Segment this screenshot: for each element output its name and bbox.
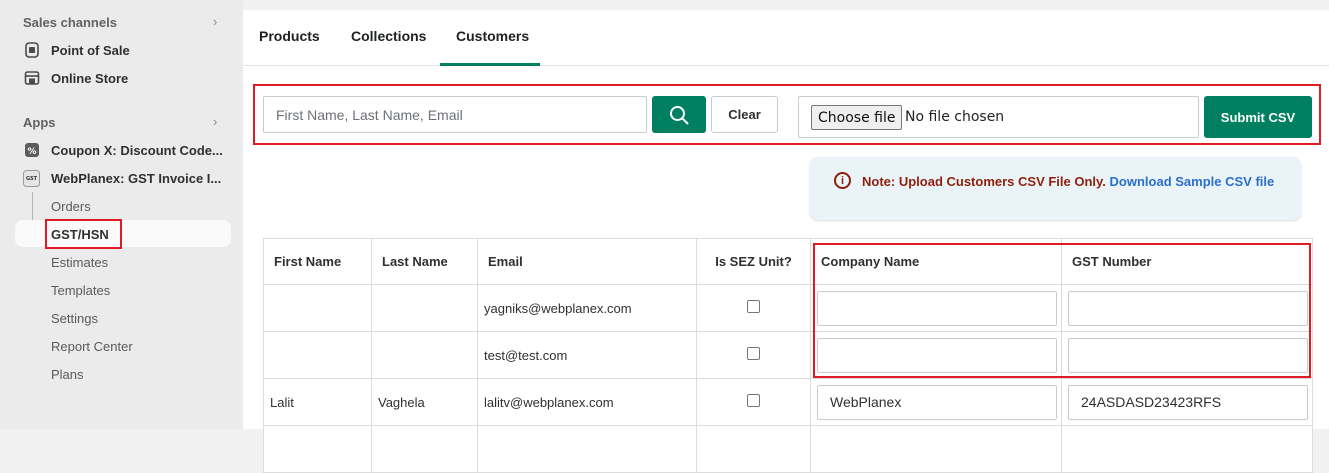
sidebar-subitem-estimates[interactable]: Estimates [51, 255, 108, 270]
gst-icon-text: GST [26, 176, 38, 182]
cell-first-name [263, 331, 372, 379]
note-text: Note: Upload Customers CSV File Only. Do… [862, 172, 1282, 192]
tab-products[interactable]: Products [259, 28, 320, 44]
column-header-sez: Is SEZ Unit? [696, 238, 811, 285]
column-header-last-name: Last Name [371, 238, 478, 285]
cell-first-name: Lalit [263, 378, 372, 426]
tab-collections[interactable]: Collections [351, 28, 426, 44]
chevron-right-icon[interactable]: › [213, 14, 217, 29]
highlight-box-gst-hsn [45, 219, 122, 249]
cell-email: test@test.com [477, 331, 697, 379]
sidebar-item-label: WebPlanex: GST Invoice I... [51, 170, 222, 186]
sidebar: Sales channels › Point of Sale Online St… [0, 0, 243, 429]
gst-number-input[interactable] [1068, 384, 1308, 420]
cell-last-name [371, 284, 478, 332]
download-sample-link[interactable]: Download Sample CSV file [1110, 174, 1275, 189]
coupon-icon: % [23, 142, 40, 159]
column-header-first-name: First Name [263, 238, 372, 285]
company-name-input[interactable] [817, 384, 1057, 420]
sidebar-item-point-of-sale[interactable]: Point of Sale [23, 39, 130, 61]
tab-customers[interactable]: Customers [456, 28, 529, 44]
upload-note: i Note: Upload Customers CSV File Only. … [810, 157, 1301, 220]
sidebar-item-label: Coupon X: Discount Code... [51, 142, 223, 158]
table-row: Lalit Vaghela lalitv@webplanex.com [263, 378, 1313, 426]
sales-channels-heading[interactable]: Sales channels [23, 15, 117, 30]
sidebar-subitem-templates[interactable]: Templates [51, 283, 110, 298]
top-strip [243, 0, 1329, 10]
highlight-box-toolbar [253, 84, 1321, 145]
sidebar-item-label: Point of Sale [51, 42, 130, 58]
cell-email: yagniks@webplanex.com [477, 284, 697, 332]
cell-sez [696, 378, 811, 426]
cell-first-name [263, 284, 372, 332]
cell-sez [696, 284, 811, 332]
sidebar-item-online-store[interactable]: Online Store [23, 67, 128, 89]
info-icon: i [834, 172, 851, 189]
cell-gst [1061, 378, 1313, 426]
sidebar-subitem-plans[interactable]: Plans [51, 367, 84, 382]
sidebar-item-webplanex-gst[interactable]: GST WebPlanex: GST Invoice I... [23, 167, 221, 189]
sez-checkbox[interactable] [747, 347, 760, 360]
sidebar-item-coupon-x[interactable]: % Coupon X: Discount Code... [23, 139, 223, 161]
cell-last-name: Vaghela [371, 378, 478, 426]
sidebar-subitem-report-center[interactable]: Report Center [51, 339, 133, 354]
sidebar-item-label: Online Store [51, 70, 129, 86]
sidebar-subitem-orders[interactable]: Orders [51, 199, 91, 214]
cell-email: lalitv@webplanex.com [477, 378, 697, 426]
apps-heading[interactable]: Apps [23, 115, 56, 130]
note-message: Note: Upload Customers CSV File Only. [862, 174, 1106, 189]
cell-last-name [371, 331, 478, 379]
sez-checkbox[interactable] [747, 394, 760, 407]
column-header-email: Email [477, 238, 697, 285]
highlight-box-columns [813, 243, 1311, 378]
cell-company [810, 378, 1062, 426]
table-row [263, 425, 1313, 473]
cell-sez [696, 331, 811, 379]
chevron-right-icon[interactable]: › [213, 114, 217, 129]
sez-checkbox[interactable] [747, 300, 760, 313]
sidebar-subitem-settings[interactable]: Settings [51, 311, 98, 326]
pos-icon [23, 42, 40, 59]
tabs-border [243, 65, 1329, 66]
gst-icon: GST [23, 169, 40, 187]
active-tab-indicator [440, 63, 540, 66]
store-icon [23, 70, 40, 87]
svg-text:%: % [27, 147, 36, 157]
